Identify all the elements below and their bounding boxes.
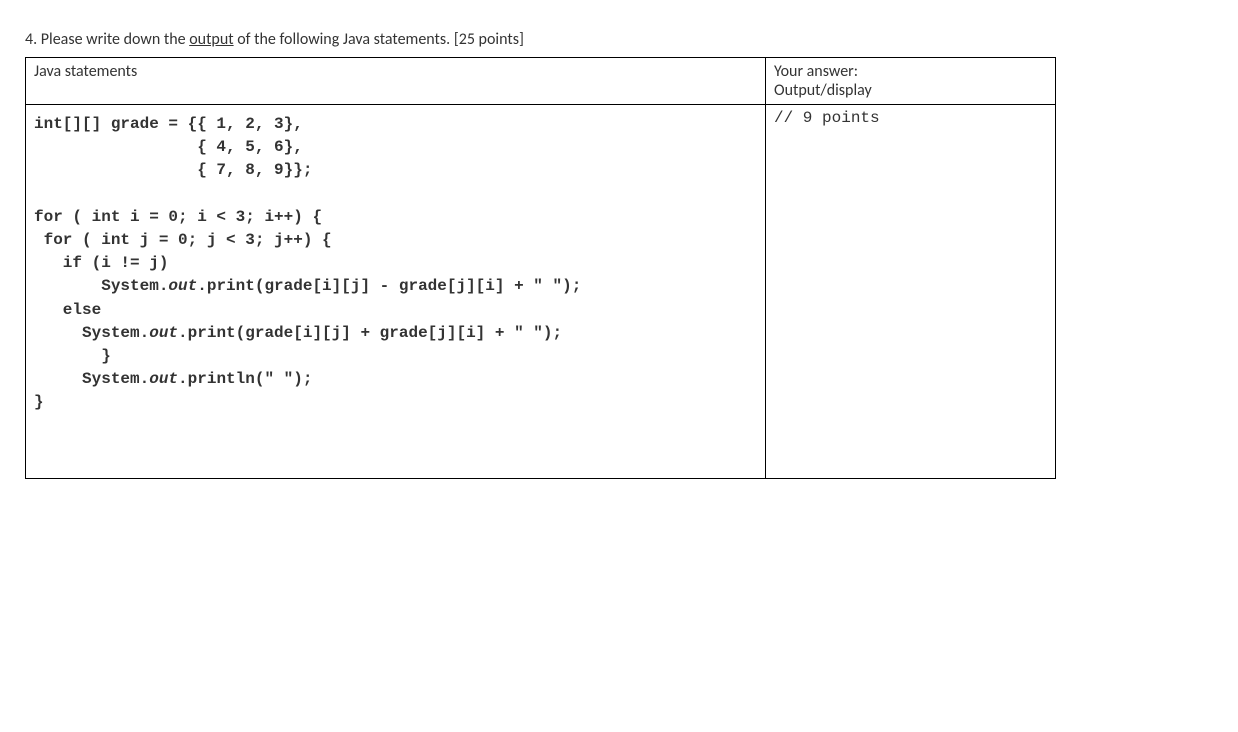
table-header-row: Java statements Your answer: Output/disp…: [26, 58, 1056, 105]
code-line: for ( int i = 0; i < 3; i++) {: [34, 208, 322, 226]
answer-points-note: // 9 points: [774, 109, 880, 127]
header-answer-line2: Output/display: [774, 81, 1047, 100]
prompt-before: Please write down the: [41, 30, 189, 49]
prompt-underlined: output: [189, 30, 233, 49]
code-line: }: [34, 393, 44, 411]
code-cell: int[][] grade = {{ 1, 2, 3}, { 4, 5, 6},…: [26, 105, 766, 479]
table-body-row: int[][] grade = {{ 1, 2, 3}, { 4, 5, 6},…: [26, 105, 1056, 479]
java-code-block: int[][] grade = {{ 1, 2, 3}, { 4, 5, 6},…: [34, 109, 757, 474]
question-number: 4.: [25, 30, 37, 49]
code-line: System.out.println(" ");: [34, 370, 312, 388]
code-line: else: [34, 301, 101, 319]
header-answer-line1: Your answer:: [774, 62, 1047, 81]
question-prompt: 4. Please write down the output of the f…: [25, 30, 1213, 49]
code-line: { 4, 5, 6},: [34, 138, 303, 156]
code-line: int[][] grade = {{ 1, 2, 3},: [34, 115, 303, 133]
code-line: for ( int j = 0; j < 3; j++) {: [34, 231, 332, 249]
code-line: System.out.print(grade[i][j] + grade[j][…: [34, 324, 562, 342]
code-line: if (i != j): [34, 254, 168, 272]
code-line: System.out.print(grade[i][j] - grade[j][…: [34, 277, 581, 295]
code-line: { 7, 8, 9}};: [34, 161, 312, 179]
answer-cell: // 9 points: [766, 105, 1056, 479]
prompt-after: of the following Java statements. [25 po…: [234, 30, 524, 49]
header-java-statements: Java statements: [26, 58, 766, 105]
header-your-answer: Your answer: Output/display: [766, 58, 1056, 105]
code-line: }: [34, 347, 111, 365]
exam-table: Java statements Your answer: Output/disp…: [25, 57, 1056, 479]
